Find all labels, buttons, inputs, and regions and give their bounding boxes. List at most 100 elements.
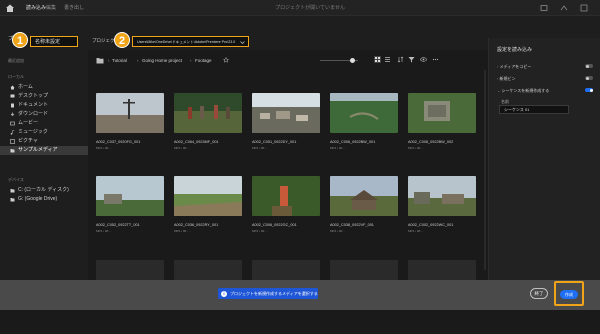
option-label: 新規ビン	[499, 76, 516, 81]
clip-preview	[330, 93, 398, 133]
clip-name: A002_C051_0922DY_001	[252, 140, 297, 144]
clip-thumbnail[interactable]: A002_C064_0923MF_001 MP4 • 00:...	[174, 93, 242, 151]
clip-meta: MP4 • 00:...	[408, 229, 424, 233]
tab-edit[interactable]: 編集	[46, 4, 56, 11]
location-select[interactable]: Users\Mike\OneDrive\ドキュメント\Adobe\Premier…	[132, 36, 249, 47]
chevron-down-icon[interactable]	[240, 40, 245, 45]
clip-preview	[96, 93, 164, 133]
more-icon[interactable]	[432, 56, 439, 63]
clip-thumbnail[interactable]: A002_C008_0922BW_002 MP4 • 00:...	[408, 93, 476, 151]
sidebar: 最近追加 ローカル ホーム デスクトップ ドキュメント ダウンロード ムービー …	[0, 50, 88, 280]
clip-thumbnail-partial[interactable]	[252, 260, 320, 280]
devices-section-title: デバイス	[8, 177, 24, 182]
exit-button[interactable]: 終了	[530, 288, 548, 299]
breadcrumb-sep: ›	[190, 58, 192, 63]
home-icon[interactable]	[5, 3, 15, 13]
clip-thumbnail[interactable]: A002_C006_0922GC_001 MP4 • 00:...	[252, 176, 320, 234]
sidebar-item-pictures[interactable]: ピクチャ	[0, 137, 88, 146]
workspace-icon[interactable]	[540, 4, 548, 12]
document-icon	[11, 103, 14, 108]
clip-thumbnail[interactable]: A002_C002_0922WC_001 MP4 • 00:...	[408, 176, 476, 234]
clip-meta: MP4 • 00:...	[408, 146, 424, 150]
clip-thumbnail[interactable]: A002_C051_0922DY_001 MP4 • 00:...	[252, 93, 320, 151]
clip-thumbnail[interactable]: A002_C038_0922VF_001 MP4 • 00:...	[330, 176, 398, 234]
clip-thumbnail-partial[interactable]	[408, 260, 476, 280]
sidebar-item-downloads[interactable]: ダウンロード	[0, 110, 88, 119]
clip-name: A002_C002_0922WC_001	[408, 223, 454, 227]
music-icon	[10, 130, 15, 135]
create-sequence-toggle[interactable]	[585, 88, 593, 92]
option-label: シーケンスを新規作成する	[501, 88, 550, 93]
media-browser: › Tutorial › Going Home project › Footag…	[88, 50, 488, 280]
copy-media-toggle[interactable]	[585, 64, 593, 68]
clip-preview	[408, 176, 476, 216]
sidebar-item-home[interactable]: ホーム	[0, 83, 88, 92]
clip-thumbnail[interactable]: A002_C037_0920FG_001 MP4 • 00:...	[96, 93, 164, 151]
folder-icon	[10, 198, 15, 202]
picture-icon	[10, 139, 15, 144]
sidebar-item-label: ピクチャ	[18, 138, 38, 144]
step-badge-1: 1	[12, 32, 28, 48]
sidebar-item-documents[interactable]: ドキュメント	[0, 101, 88, 110]
project-status: プロジェクトが開いていません	[275, 5, 345, 11]
clip-thumbnail[interactable]: A002_C036_0922RY_001 MP4 • 00:...	[174, 176, 242, 234]
notice-text: プロジェクトを新規作成するメディアを選択する	[230, 291, 318, 296]
clip-name: A002_C036_0922RY_001	[174, 223, 219, 227]
eye-icon[interactable]	[420, 56, 427, 63]
clip-name: A002_C037_0920FG_001	[96, 140, 141, 144]
download-icon	[10, 112, 15, 116]
clip-name: A002_C038_0922VF_001	[330, 223, 374, 227]
star-icon[interactable]	[223, 57, 229, 63]
new-bin-option[interactable]: › 新規ビン	[497, 74, 593, 83]
clip-name: A002_C006_0922GC_001	[252, 223, 297, 227]
share-icon[interactable]	[560, 4, 568, 12]
bottom-bar: i プロジェクトを新規作成するメディアを選択する 終了 作成	[0, 280, 600, 310]
sidebar-item-drive-c[interactable]: C: (ローカル ディスク)	[0, 186, 88, 195]
copy-media-option[interactable]: › メディアをコピー	[497, 62, 593, 71]
sidebar-item-music[interactable]: ミュージック	[0, 128, 88, 137]
home-icon	[10, 85, 15, 90]
new-bin-toggle[interactable]	[585, 76, 593, 80]
breadcrumb-item[interactable]: Going Home project	[142, 58, 182, 63]
scrollbar[interactable]	[484, 70, 486, 270]
clip-thumbnail-partial[interactable]	[174, 260, 242, 280]
breadcrumb-item[interactable]: Footage	[195, 58, 212, 63]
slider-handle[interactable]	[350, 58, 355, 63]
grid-view-icon[interactable]	[374, 56, 381, 63]
step-badge-2: 2	[114, 32, 130, 48]
sequence-name-input[interactable]: シーケンス 01	[499, 105, 569, 114]
sidebar-item-label: サンプルメディア	[18, 147, 58, 153]
clip-preview	[96, 176, 164, 216]
sidebar-item-drive-g[interactable]: G: (Google Drive)	[0, 195, 88, 204]
project-name-input[interactable]: 名称未設定	[30, 36, 78, 47]
clip-name: A002_C008_0922BW_002	[408, 140, 454, 144]
list-view-icon[interactable]	[384, 56, 391, 63]
local-section-title: ローカル	[8, 74, 24, 79]
tab-import[interactable]: 読み込み	[26, 4, 46, 11]
clip-preview	[174, 93, 242, 133]
filter-icon[interactable]	[408, 56, 415, 63]
clip-thumbnail-partial[interactable]	[96, 260, 164, 280]
breadcrumb-item[interactable]: Tutorial	[112, 58, 127, 63]
tab-export[interactable]: 書き出し	[64, 4, 84, 11]
create-sequence-option[interactable]: ⌄ シーケンスを新規作成する	[497, 86, 593, 95]
clip-preview	[330, 176, 398, 216]
create-button[interactable]: 作成	[560, 290, 578, 299]
clip-preview	[252, 176, 320, 216]
folder-icon	[10, 149, 15, 153]
clip-thumbnail[interactable]: A002_C006_0922BW_001 MP4 • 00:...	[330, 93, 398, 151]
sidebar-item-movies[interactable]: ムービー	[0, 119, 88, 128]
create-button-highlight: 作成	[554, 281, 584, 306]
sidebar-item-label: G: (Google Drive)	[18, 196, 58, 202]
sidebar-item-label: ミュージック	[18, 129, 48, 135]
sort-icon[interactable]	[397, 56, 404, 63]
sidebar-item-desktop[interactable]: デスクトップ	[0, 92, 88, 101]
sidebar-item-label: ムービー	[18, 120, 39, 126]
breadcrumb: › Tutorial › Going Home project › Footag…	[88, 56, 488, 66]
clip-thumbnail[interactable]: A002_C052_0922TT_001 MP4 • 00:...	[96, 176, 164, 234]
sidebar-item-sample-media[interactable]: サンプルメディア	[0, 146, 88, 155]
clip-thumbnail-partial[interactable]	[330, 260, 398, 280]
clip-meta: MP4 • 00:...	[96, 229, 112, 233]
fullscreen-icon[interactable]	[580, 4, 588, 12]
footer	[0, 310, 600, 334]
